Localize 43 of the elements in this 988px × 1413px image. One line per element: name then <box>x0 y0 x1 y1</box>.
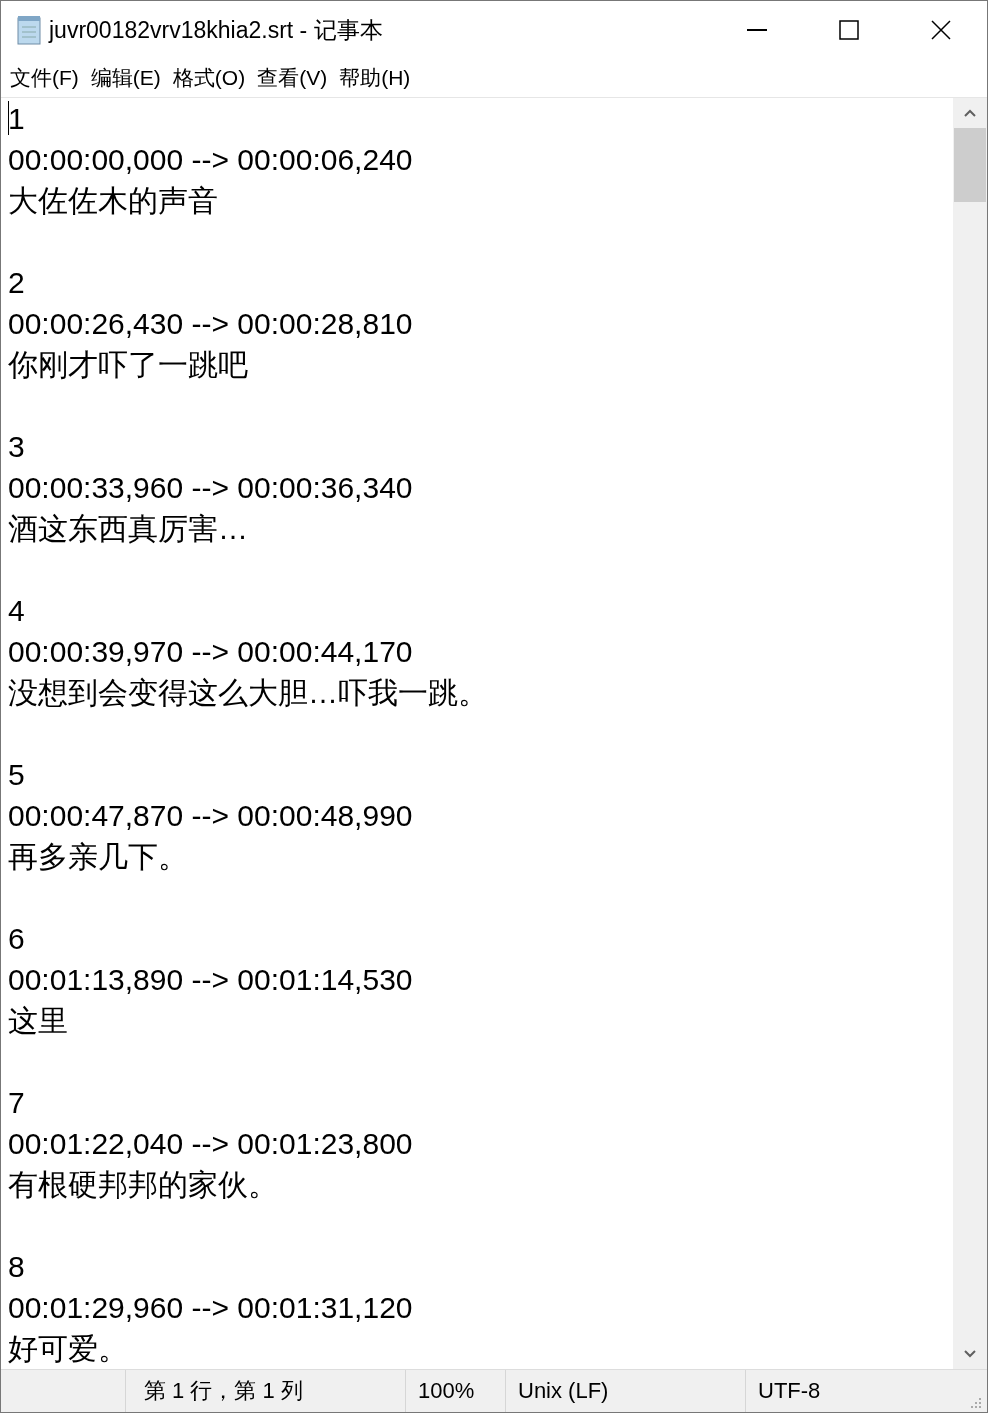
subtitle-timing: 00:00:00,000 --> 00:00:06,240 <box>8 142 414 178</box>
subtitle-text: 这里 <box>8 1003 69 1039</box>
subtitle-timing: 00:01:13,890 --> 00:01:14,530 <box>8 962 414 998</box>
maximize-icon <box>839 20 859 40</box>
menu-item[interactable]: 编辑(E) <box>87 64 164 92</box>
notepad-icon <box>15 15 43 45</box>
subtitle-timing: 00:01:29,960 --> 00:01:31,120 <box>8 1290 414 1326</box>
menu-item[interactable]: 帮助(H) <box>336 64 414 92</box>
zoom-level: 100% <box>418 1378 475 1404</box>
menu-item[interactable]: 格式(O) <box>169 64 249 92</box>
subtitle-text: 再多亲几下。 <box>8 839 189 875</box>
subtitle-number: 6 <box>8 921 26 957</box>
subtitle-number: 1 <box>8 101 26 137</box>
subtitle-text: 好可爱。 <box>8 1331 129 1367</box>
subtitle-number: 7 <box>8 1085 26 1121</box>
subtitle-timing: 00:00:33,960 --> 00:00:36,340 <box>8 470 414 506</box>
subtitle-text: 有根硬邦邦的家伙。 <box>8 1167 279 1203</box>
subtitle-timing: 00:00:39,970 --> 00:00:44,170 <box>8 634 414 670</box>
minimize-icon <box>747 29 767 31</box>
subtitle-text: 你刚才吓了一跳吧 <box>8 347 249 383</box>
subtitle-timing: 00:00:47,870 --> 00:00:48,990 <box>8 798 414 834</box>
subtitle-number: 4 <box>8 593 26 629</box>
scrollbar-thumb[interactable] <box>954 128 986 202</box>
encoding: UTF-8 <box>758 1378 821 1404</box>
line-ending: Unix (LF) <box>518 1378 609 1404</box>
subtitle-number: 2 <box>8 265 26 301</box>
subtitle-text: 酒这东西真厉害… <box>8 511 249 547</box>
cursor-position: 第 1 行，第 1 列 <box>144 1377 303 1405</box>
subtitle-timing: 00:01:22,040 --> 00:01:23,800 <box>8 1126 414 1162</box>
menu-item[interactable]: 文件(F) <box>7 64 82 92</box>
subtitle-number: 3 <box>8 429 26 465</box>
scroll-down-icon <box>963 1349 977 1359</box>
subtitle-text: 大佐佐木的声音 <box>8 183 219 219</box>
subtitle-number: 8 <box>8 1249 26 1285</box>
window-title: juvr00182vrv18khia2.srt - 记事本 <box>49 15 384 45</box>
subtitle-text: 没想到会变得这么大胆…吓我一跳。 <box>8 675 489 711</box>
scroll-up-icon <box>963 108 977 118</box>
menu-item[interactable]: 查看(V) <box>254 64 331 92</box>
subtitle-number: 5 <box>8 757 26 793</box>
scrollbar[interactable] <box>953 98 987 1369</box>
resize-grip-icon <box>969 1396 983 1410</box>
close-icon <box>931 20 951 40</box>
subtitle-timing: 00:00:26,430 --> 00:00:28,810 <box>8 306 414 342</box>
